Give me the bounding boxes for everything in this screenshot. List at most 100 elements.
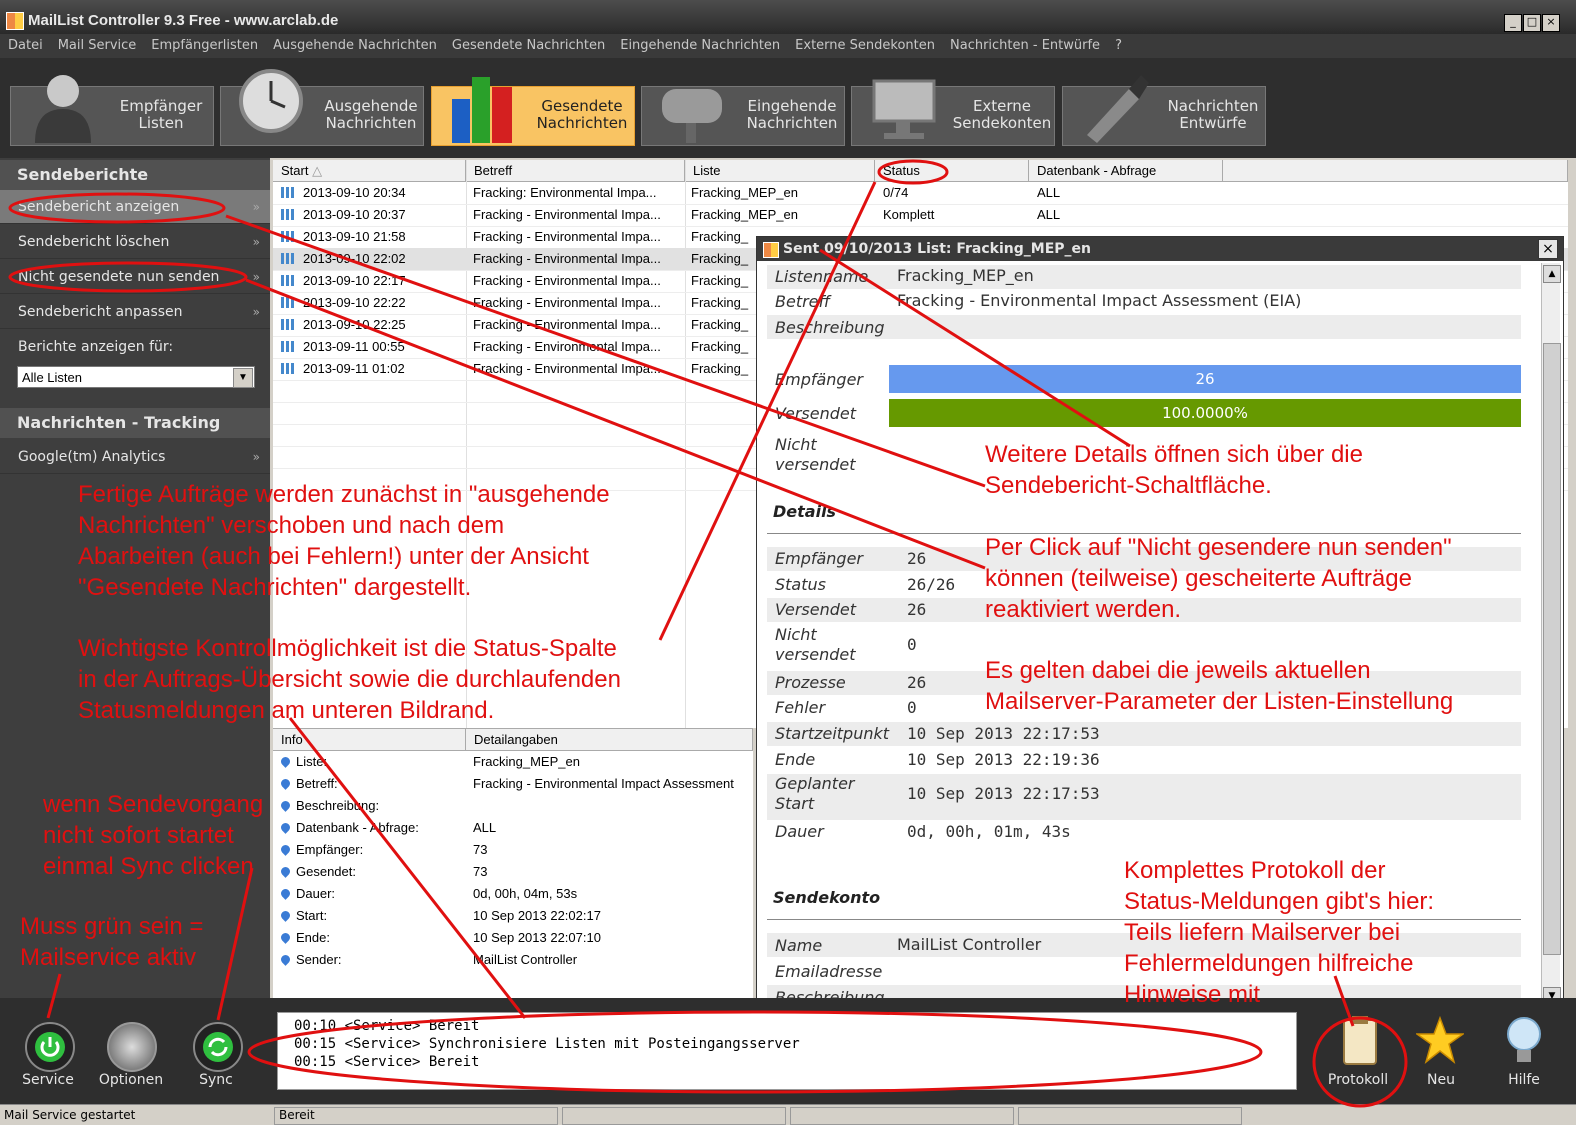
- toolbar-label: Entwürfe: [1179, 114, 1247, 132]
- annotation-line-text: Fehlermeldungen hilfreiche: [1124, 950, 1414, 977]
- toolbar-externe-sendekonten[interactable]: Externe Sendekonten: [851, 79, 1055, 146]
- column-header-info[interactable]: Info: [273, 729, 466, 751]
- status-log[interactable]: 00:10 <Service> Bereit 00:15 <Service> S…: [277, 1012, 1297, 1090]
- table-row[interactable]: 2013-09-10 20:34 Fracking: Environmental …: [273, 182, 1568, 205]
- sidebar-item-nicht-gesendete-senden[interactable]: Nicht gesendete nun senden »: [0, 260, 270, 294]
- table-row[interactable]: 2013-09-10 20:37 Fracking - Environmental…: [273, 204, 1568, 227]
- column-header-start[interactable]: Start △: [273, 160, 466, 182]
- options-knob-icon[interactable]: [107, 1022, 157, 1072]
- detail-value: 0: [907, 635, 917, 654]
- annotation-line-text: Muss grün sein =: [20, 913, 204, 940]
- details-row[interactable]: Dauer: 0d, 00h, 04m, 53s: [273, 883, 753, 905]
- pin-icon: [279, 909, 292, 922]
- toolbar-nachrichten-entwuerfe[interactable]: Nachrichten Entwürfe: [1062, 75, 1266, 146]
- details-row[interactable]: Beschreibung:: [273, 795, 753, 817]
- column-header-betreff[interactable]: Betreff: [466, 160, 685, 182]
- details-row[interactable]: Datenbank - Abfrage: ALL: [273, 817, 753, 839]
- details-row[interactable]: Start: 10 Sep 2013 22:02:17: [273, 905, 753, 927]
- details-key: Empfänger:: [279, 839, 363, 861]
- report-icon: [763, 242, 779, 258]
- lightbulb-icon: [1507, 1017, 1541, 1062]
- menu-mail-service[interactable]: Mail Service: [58, 34, 137, 58]
- popup-scrollbar[interactable]: ▲ ▼: [1541, 263, 1561, 1007]
- bar-chart-icon: [281, 209, 297, 220]
- protokoll-label: Protokoll: [1327, 1072, 1389, 1088]
- details-row[interactable]: Liste: Fracking_MEP_en: [273, 751, 753, 773]
- menu-empfaengerlisten[interactable]: Empfängerlisten: [151, 34, 258, 58]
- details-row[interactable]: Empfänger: 73: [273, 839, 753, 861]
- neu-button[interactable]: [1414, 1015, 1466, 1068]
- details-key-text: Start:: [296, 908, 328, 923]
- sync-button[interactable]: [193, 1022, 243, 1072]
- menu-ausgehende[interactable]: Ausgehende Nachrichten: [273, 34, 437, 58]
- section-sendekonto: Sendekonto: [773, 888, 881, 907]
- chevron-right-icon: »: [252, 235, 260, 249]
- service-power-button[interactable]: [25, 1022, 75, 1072]
- menu-help[interactable]: ?: [1115, 34, 1122, 58]
- toolbar-eingehende-nachrichten[interactable]: Eingehende Nachrichten: [641, 86, 845, 146]
- bar-chart-icon: [281, 275, 297, 286]
- star-icon: [1414, 1015, 1466, 1065]
- toolbar-ausgehende-nachrichten[interactable]: Ausgehende Nachrichten: [220, 69, 424, 146]
- menu-gesendete[interactable]: Gesendete Nachrichten: [452, 34, 605, 58]
- details-value: MailList Controller: [473, 952, 578, 967]
- toolbar-gesendete-nachrichten[interactable]: Gesendete Nachrichten: [431, 77, 635, 146]
- details-row[interactable]: Ende: 10 Sep 2013 22:07:10: [273, 927, 753, 949]
- column-header-status[interactable]: Status: [875, 160, 1029, 182]
- menu-externe[interactable]: Externe Sendekonten: [795, 34, 935, 58]
- sidebar-item-google-analytics[interactable]: Google(tm) Analytics »: [0, 440, 270, 474]
- hilfe-button[interactable]: [1502, 1014, 1546, 1068]
- column-header-detailangaben[interactable]: Detailangaben: [466, 729, 753, 751]
- column-header-datenbank[interactable]: Datenbank - Abfrage: [1029, 160, 1223, 182]
- details-value: 0d, 00h, 04m, 53s: [473, 886, 578, 901]
- scroll-thumb[interactable]: [1543, 343, 1561, 955]
- cell-text: 2013-09-10 20:37: [303, 207, 406, 222]
- details-key-text: Gesendet:: [296, 864, 356, 879]
- clipboard-icon: [1343, 1016, 1377, 1065]
- details-row[interactable]: Betreff: Fracking - Environmental Impact …: [273, 773, 753, 795]
- annotation-line-text: Per Click auf "Nicht gesendere nun sende…: [985, 534, 1452, 561]
- details-key: Beschreibung:: [279, 795, 379, 817]
- title-bar: MailList Controller 9.3 Free - www.arcla…: [0, 0, 1576, 34]
- menu-eingehende[interactable]: Eingehende Nachrichten: [620, 34, 780, 58]
- detail-value: 0d, 00h, 01m, 43s: [907, 822, 1071, 841]
- protokoll-button[interactable]: [1336, 1016, 1384, 1068]
- details-row[interactable]: Gesendet: 73: [273, 861, 753, 883]
- details-value: 73: [473, 842, 488, 857]
- column-header-liste[interactable]: Liste: [685, 160, 875, 182]
- menu-entwuerfe[interactable]: Nachrichten - Entwürfe: [950, 34, 1100, 58]
- list-filter-select[interactable]: Alle Listen ▼: [17, 366, 255, 388]
- cell-text: 2013-09-10 22:25: [303, 317, 406, 332]
- menu-datei[interactable]: Datei: [8, 34, 43, 58]
- detail-label: Status: [775, 575, 826, 594]
- details-key: Sender:: [279, 949, 342, 971]
- value-listenname: Fracking_MEP_en: [897, 266, 1034, 285]
- sidebar-item-sendebericht-anpassen[interactable]: Sendebericht anpassen »: [0, 295, 270, 329]
- cell-betreff: Fracking - Environmental Impa...: [473, 229, 661, 244]
- details-key-text: Dauer:: [296, 886, 336, 901]
- toolbar-empfaenger-listen[interactable]: Empfänger Listen: [10, 75, 214, 146]
- annotation-line-text: Nachrichten" verschoben und nach dem: [78, 512, 505, 539]
- annotation-mailserver-parameter: Es gelten dabei die jeweils aktuellen Ma…: [985, 655, 1453, 717]
- toolbar-label: Nachrichten: [325, 114, 417, 132]
- status-bar: Mail Service gestartet Bereit: [0, 1104, 1576, 1125]
- pin-icon: [279, 755, 292, 768]
- sidebar-item-sendebericht-anzeigen[interactable]: Sendebericht anzeigen »: [0, 190, 270, 224]
- pin-icon: [279, 953, 292, 966]
- pin-icon: [279, 777, 292, 790]
- close-window-button[interactable]: ×: [1542, 14, 1560, 32]
- sent-progress-bar: 100.0000%: [889, 399, 1521, 427]
- minimize-button[interactable]: _: [1504, 14, 1522, 32]
- detail-value: 26/26: [907, 575, 956, 594]
- close-popup-button[interactable]: ×: [1538, 239, 1558, 259]
- sidebar-item-sendebericht-loeschen[interactable]: Sendebericht löschen »: [0, 225, 270, 259]
- details-key: Datenbank - Abfrage:: [279, 817, 419, 839]
- details-row[interactable]: Sender: MailList Controller: [273, 949, 753, 971]
- status-panel: [562, 1107, 786, 1125]
- bar-chart-icon: [281, 231, 297, 242]
- scroll-up-icon[interactable]: ▲: [1543, 265, 1561, 283]
- maximize-button[interactable]: □: [1523, 14, 1541, 32]
- annotation-protokoll: Komplettes Protokoll der Status-Meldunge…: [1124, 855, 1434, 1010]
- value-name: MailList Controller: [897, 935, 1042, 954]
- chevron-down-icon[interactable]: ▼: [233, 368, 253, 388]
